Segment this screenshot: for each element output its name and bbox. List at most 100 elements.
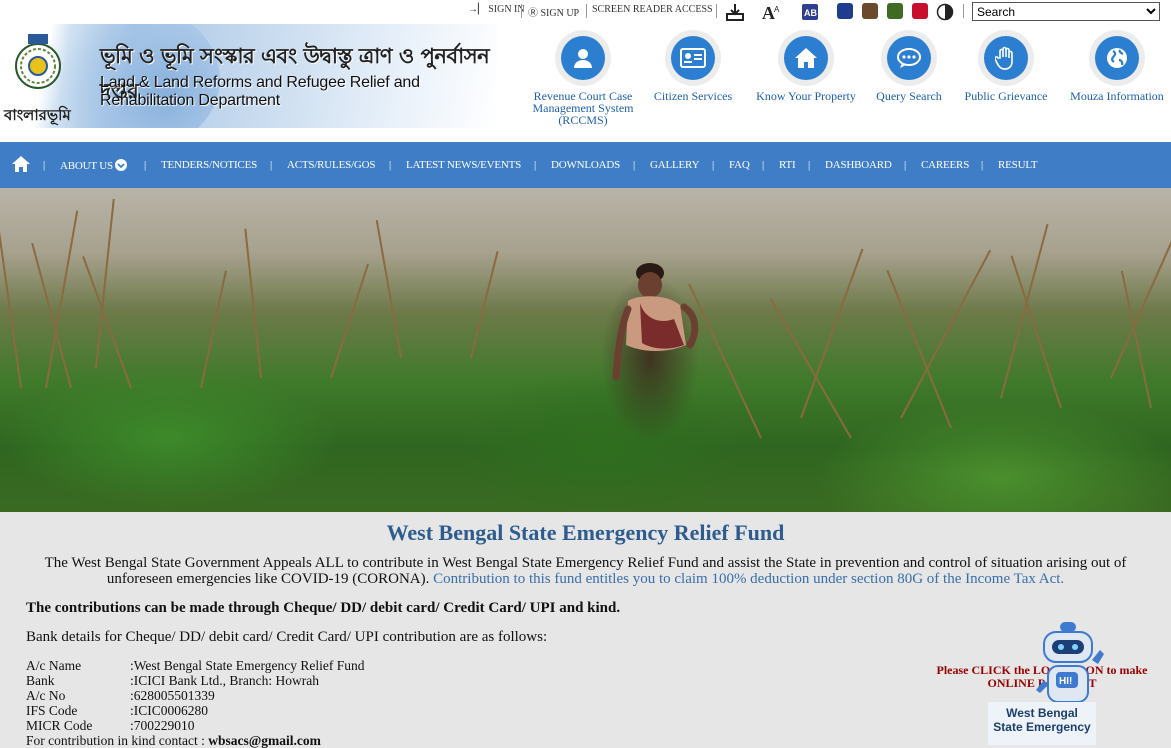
contribution-modes: The contributions can be made through Ch… <box>26 600 621 616</box>
home-icon <box>795 48 817 68</box>
theme-red-swatch[interactable] <box>912 3 928 19</box>
bamboo-stick <box>244 228 262 379</box>
bank-value: :West Bengal State Emergency Relief Fund <box>130 658 365 673</box>
bank-row: MICR Code :700229010 <box>26 718 364 733</box>
bamboo-stick <box>770 298 852 439</box>
service-label: Public Grievance <box>964 89 1048 103</box>
main-navigation: | ABOUT US | TENDERS/NOTICES | ACTS/RULE… <box>0 142 1171 188</box>
nav-downloads[interactable]: DOWNLOADS <box>551 159 620 171</box>
bank-row: IFS Code:ICIC0006280 <box>26 703 364 718</box>
contrast-text-icon[interactable]: AB <box>800 2 820 22</box>
sign-up-link[interactable]: Ⓡ SIGN UP <box>528 4 579 19</box>
nav-separator: | <box>762 159 765 171</box>
bank-details: A/c Name :West Bengal State Emergency Rel… <box>26 658 364 748</box>
text-size-icon[interactable]: AA <box>761 2 781 22</box>
service-circle <box>665 30 721 86</box>
nav-about-us[interactable]: ABOUT US <box>60 159 128 172</box>
chevron-down-icon <box>115 159 128 171</box>
service-mouza-information[interactable]: Mouza Information <box>1064 30 1170 102</box>
farmer-figure <box>612 263 699 381</box>
search-select[interactable]: Search <box>972 2 1160 21</box>
service-circle <box>1089 30 1145 86</box>
bamboo-stick <box>0 229 22 389</box>
appeal-paragraph: The West Bengal State Government Appeals… <box>20 555 1151 587</box>
service-label: Citizen Services <box>653 89 733 103</box>
nav-separator: | <box>633 159 636 171</box>
bamboo-stick <box>470 251 499 359</box>
divider <box>586 4 587 18</box>
service-circle <box>978 30 1034 86</box>
service-citizen-services[interactable]: Citizen Services <box>645 30 741 102</box>
bamboo-stick <box>1000 223 1049 399</box>
nav-result[interactable]: RESULT <box>998 159 1038 171</box>
nav-separator: | <box>904 159 907 171</box>
kind-contact-email[interactable]: wbsacs@gmail.com <box>208 733 321 748</box>
bank-row: A/c No:628005501339 <box>26 688 364 703</box>
nav-faq[interactable]: FAQ <box>729 159 750 171</box>
nav-gallery[interactable]: GALLERY <box>650 159 700 171</box>
nav-separator: | <box>712 159 715 171</box>
svg-text:HI!: HI! <box>1059 676 1072 687</box>
service-query-search[interactable]: Query Search <box>868 30 950 102</box>
service-circle <box>555 30 611 86</box>
kind-contact-label: For contribution in kind contact : <box>26 733 205 748</box>
service-circle <box>778 30 834 86</box>
globe-icon <box>1107 48 1127 68</box>
bank-key: A/c Name <box>26 658 82 673</box>
bamboo-stick <box>330 263 370 379</box>
nav-separator: | <box>270 159 273 171</box>
service-public-grievance[interactable]: Public Grievance <box>958 30 1054 102</box>
relief-fund-bot-icon[interactable]: HI! <box>1030 620 1110 710</box>
home-nav-icon[interactable] <box>11 155 31 178</box>
service-label: Query Search <box>876 89 942 103</box>
divider <box>963 4 964 18</box>
bot-label[interactable]: West Bengal State Emergency <box>988 702 1096 745</box>
bamboo-stick <box>95 198 115 369</box>
user-icon <box>574 49 592 68</box>
bank-row: A/c Name :West Bengal State Emergency Rel… <box>26 658 364 673</box>
contrast-toggle-icon[interactable] <box>935 2 955 22</box>
sign-up-label: SIGN UP <box>540 8 580 19</box>
relief-fund-section: West Bengal State Emergency Relief Fund … <box>0 512 1171 748</box>
bank-key: MICR Code <box>26 718 93 733</box>
bamboo-stick <box>45 210 79 389</box>
banglarbhumi-logo[interactable] <box>8 30 64 92</box>
hero-banner-image <box>0 188 1171 512</box>
section-title: West Bengal State Emergency Relief Fund <box>386 520 785 545</box>
nav-careers[interactable]: CAREERS <box>921 159 969 171</box>
screen-reader-link[interactable]: SCREEN READER ACCESS <box>592 4 713 15</box>
nav-tenders[interactable]: TENDERS/NOTICES <box>161 159 257 171</box>
theme-green-swatch[interactable] <box>887 3 903 19</box>
bot-label-line-1: West Bengal <box>1006 706 1078 720</box>
theme-blue-swatch[interactable] <box>837 3 853 19</box>
service-circle <box>881 30 937 86</box>
bamboo-stick <box>375 219 402 359</box>
bank-value: :700229010 <box>130 718 195 733</box>
theme-brown-swatch[interactable] <box>862 3 878 19</box>
nav-separator: | <box>808 159 811 171</box>
bank-value: :628005501339 <box>130 688 215 703</box>
sign-in-link[interactable]: →▏ SIGN IN <box>468 4 525 15</box>
nav-about-us-label: ABOUT US <box>60 160 113 172</box>
bank-details-intro: Bank details for Cheque/ DD/ debit card/… <box>26 629 548 645</box>
tax-deduction-text: Contribution to this fund entitles you t… <box>433 571 1065 587</box>
nav-latest-news[interactable]: LATEST NEWS/EVENTS <box>406 159 521 171</box>
divider <box>716 4 717 18</box>
nav-separator: | <box>981 159 984 171</box>
nav-acts[interactable]: ACTS/RULES/GOS <box>287 159 375 171</box>
bamboo-stick <box>200 270 227 389</box>
svg-text:A: A <box>774 5 780 14</box>
bot-label-line-2: State Emergency <box>993 720 1091 734</box>
id-card-icon <box>680 48 706 68</box>
nav-rti[interactable]: RTI <box>779 159 796 171</box>
download-icon[interactable] <box>725 2 745 22</box>
kind-contact-row: For contribution in kind contact : wbsac… <box>26 733 364 748</box>
site-header: বাংলারভূমি ভূমি ও ভূমি সংস্কার এবং উদ্বা… <box>0 24 1171 142</box>
service-know-your-property[interactable]: Know Your Property <box>750 30 862 102</box>
svg-text:AB: AB <box>804 8 817 18</box>
bank-key: Bank <box>26 673 55 688</box>
bamboo-stick <box>82 256 132 389</box>
nav-separator: | <box>534 159 537 171</box>
nav-dashboard[interactable]: DASHBOARD <box>825 159 892 171</box>
service-rccms[interactable]: Revenue Court Case Management System (RC… <box>528 30 638 126</box>
